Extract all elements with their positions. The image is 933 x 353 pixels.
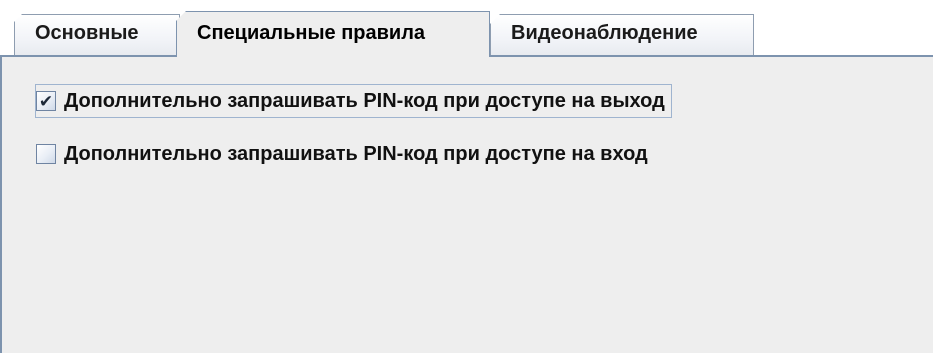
settings-tabbed-pane: Основные Специальные правила Видеонаблюд… [0,0,933,353]
tab-osnovnye-label: Основные [35,22,139,44]
pin-on-entry-checkbox-row[interactable]: Дополнительно запрашивать PIN-код при до… [36,138,648,170]
pin-on-entry-label[interactable]: Дополнительно запрашивать PIN-код при до… [64,143,648,166]
pin-on-entry-checkbox[interactable] [36,144,56,164]
tab-video-surveillance[interactable]: Видеонаблюдение [490,14,754,55]
checkmark-icon: ✔ [38,91,54,111]
tab-video-surveillance-label: Видеонаблюдение [511,22,698,44]
special-rules-panel: ✔ Дополнительно запрашивать PIN-код при … [0,57,933,353]
pin-on-exit-checkbox-row[interactable]: ✔ Дополнительно запрашивать PIN-код при … [35,84,672,118]
tab-special-rules[interactable]: Специальные правила [176,11,490,57]
tab-special-rules-label: Специальные правила [197,22,426,44]
pin-on-exit-checkbox[interactable]: ✔ [36,91,56,111]
tab-strip: Основные Специальные правила Видеонаблюд… [0,0,933,58]
pin-on-exit-label[interactable]: Дополнительно запрашивать PIN-код при до… [64,90,665,113]
tab-osnovnye[interactable]: Основные [14,14,180,55]
